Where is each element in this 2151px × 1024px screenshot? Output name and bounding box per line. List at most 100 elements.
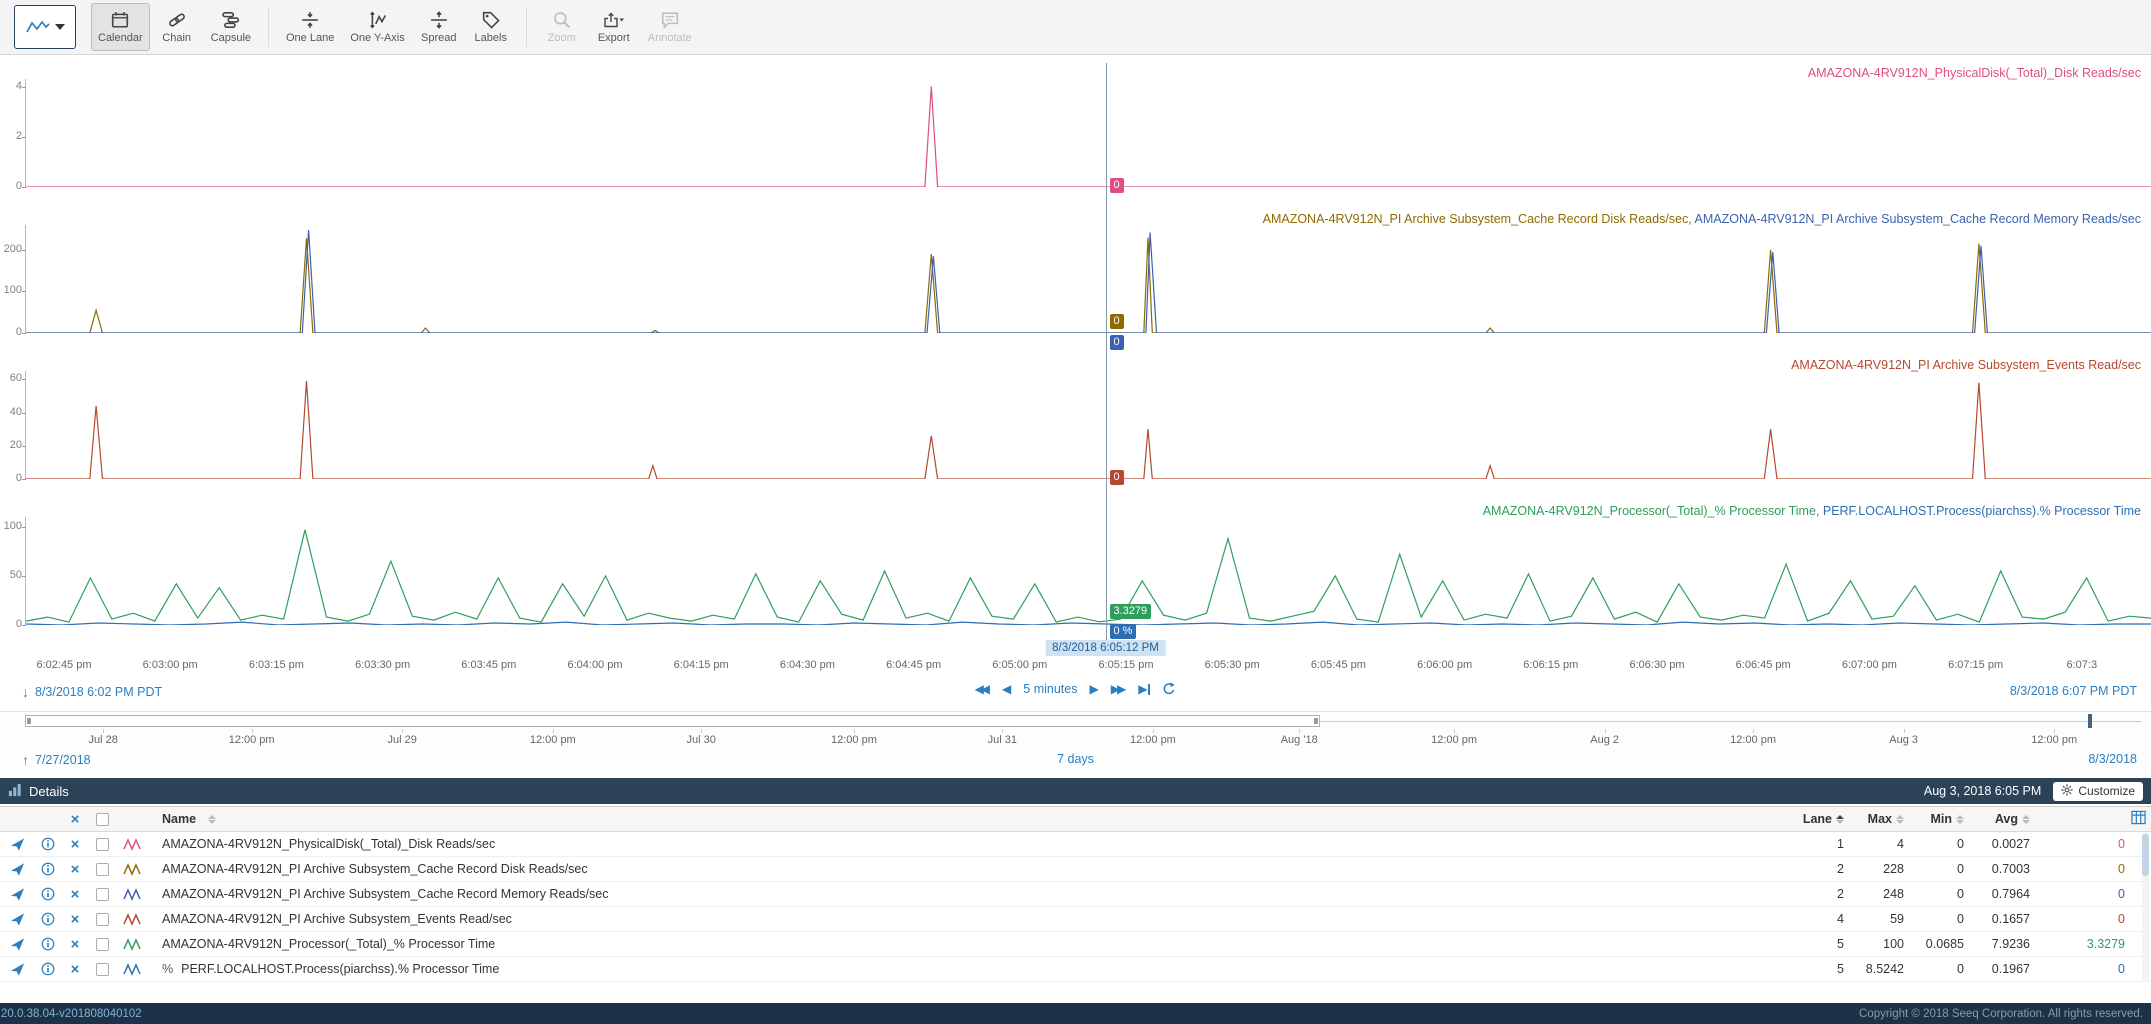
remove-signal-button[interactable]: × [62, 938, 88, 951]
manage-columns-button[interactable] [2125, 810, 2151, 828]
info-button[interactable] [34, 862, 62, 876]
row-checkbox[interactable] [88, 888, 116, 901]
remove-signal-button[interactable]: × [62, 913, 88, 926]
x-axis-label: 6:03:30 pm [355, 659, 410, 671]
details-title: Details [29, 784, 69, 799]
signal-name-cell[interactable]: AMAZONA-4RV912N_PI Archive Subsystem_Eve… [148, 912, 1788, 926]
jump-to-signal-button[interactable] [0, 912, 34, 927]
toolbar-export-button[interactable]: Export [589, 3, 639, 51]
min-cell: 0 [1904, 912, 1964, 926]
timeline-label: Jul 31 [988, 734, 1017, 746]
remove-signal-button[interactable]: × [62, 863, 88, 876]
jump-to-signal-button[interactable] [0, 862, 34, 877]
header-select-all-checkbox[interactable] [88, 813, 116, 826]
timeline-duration-label[interactable]: 7 days [0, 752, 2151, 766]
y-tick-label: 0 [0, 618, 22, 630]
sparkline-icon [116, 963, 148, 976]
timeline-display-range-marker[interactable] [2088, 714, 2092, 728]
info-button[interactable] [34, 837, 62, 851]
header-lane[interactable]: Lane [1788, 812, 1844, 826]
step-back-button[interactable]: ◀ [1002, 682, 1011, 696]
info-button[interactable] [34, 912, 62, 926]
y-tick-label: 40 [0, 406, 22, 418]
customize-button[interactable]: Customize [2053, 782, 2143, 801]
timeline-right-handle[interactable] [1314, 718, 1318, 724]
annotate-icon [661, 11, 679, 29]
toolbar-labels-button[interactable]: Labels [466, 3, 516, 51]
toolbar-zoom-button[interactable]: Zoom [537, 3, 587, 51]
signal-name-cell[interactable]: %PERF.LOCALHOST.Process(piarchss).% Proc… [148, 962, 1788, 976]
signal-name-cell[interactable]: AMAZONA-4RV912N_PhysicalDisk(_Total)_Dis… [148, 837, 1788, 851]
jump-to-signal-button[interactable] [0, 962, 34, 977]
table-scrollbar[interactable] [2142, 832, 2149, 982]
toolbar-capsule-button[interactable]: Capsule [204, 3, 258, 51]
timeline-end-label[interactable]: 8/3/2018 [2088, 752, 2137, 766]
timeline-tick [1454, 729, 1455, 733]
legend-item: AMAZONA-4RV912N_PhysicalDisk(_Total)_Dis… [1808, 66, 2141, 80]
remove-signal-button[interactable]: × [62, 888, 88, 901]
signal-name: AMAZONA-4RV912N_Processor(_Total)_% Proc… [162, 937, 495, 951]
copyright-label: Copyright © 2018 Seeq Corporation. All r… [1859, 1008, 2143, 1020]
table-row: × AMAZONA-4RV912N_PI Archive Subsystem_Ev… [0, 907, 2151, 932]
max-cell: 4 [1844, 837, 1904, 851]
header-name[interactable]: Name [148, 812, 1788, 826]
toolbar-calendar-button[interactable]: Calendar [91, 3, 150, 51]
skip-start-button[interactable]: ◀◀ [975, 682, 990, 696]
max-cell: 59 [1844, 912, 1904, 926]
table-scrollbar-thumb[interactable] [2142, 834, 2149, 876]
header-avg[interactable]: Avg [1964, 812, 2030, 826]
manage-columns-icon [2131, 810, 2146, 828]
remove-signal-button[interactable]: × [62, 963, 88, 976]
x-axis-label: 6:05:15 pm [1098, 659, 1153, 671]
lane-cell: 1 [1788, 837, 1844, 851]
timeline-label: 12:00 pm [530, 734, 576, 746]
jump-to-signal-button[interactable] [0, 937, 34, 952]
skip-forward-button[interactable]: ▶▶ [1111, 682, 1126, 696]
nav-duration-label[interactable]: 5 minutes [1023, 682, 1077, 696]
lane-cell: 4 [1788, 912, 1844, 926]
table-row: × AMAZONA-4RV912N_Processor(_Total)_% Pro… [0, 932, 2151, 957]
header-min[interactable]: Min [1904, 812, 1964, 826]
table-row: × AMAZONA-4RV912N_PI Archive Subsystem_Ca… [0, 882, 2151, 907]
view-selector-button[interactable] [14, 5, 76, 49]
info-button[interactable] [34, 962, 62, 976]
row-checkbox[interactable] [88, 863, 116, 876]
refresh-button[interactable] [1162, 682, 1176, 696]
x-axis-label: 6:03:15 pm [249, 659, 304, 671]
toolbar-spread-button[interactable]: Spread [414, 3, 464, 51]
row-checkbox[interactable] [88, 938, 116, 951]
calendar-icon [111, 11, 129, 29]
info-button[interactable] [34, 937, 62, 951]
row-checkbox[interactable] [88, 838, 116, 851]
toolbar-one-y-axis-button[interactable]: One Y-Axis [343, 3, 411, 51]
remove-signal-button[interactable]: × [62, 838, 88, 851]
signal-name-cell[interactable]: AMAZONA-4RV912N_PI Archive Subsystem_Cac… [148, 887, 1788, 901]
step-forward-button[interactable]: ▶ [1089, 682, 1098, 696]
row-checkbox[interactable] [88, 913, 116, 926]
timeline-tick [2054, 729, 2055, 733]
timeline-tick [1605, 729, 1606, 733]
jump-to-signal-button[interactable] [0, 837, 34, 852]
timeline-left-handle[interactable] [27, 718, 31, 724]
capsule-icon [222, 11, 240, 29]
header-max[interactable]: Max [1844, 812, 1904, 826]
jump-to-signal-button[interactable] [0, 887, 34, 902]
min-cell: 0 [1904, 837, 1964, 851]
time-nav: ↓ 8/3/2018 6:02 PM PDT ◀◀ ◀ 5 minutes ▶ … [0, 680, 2151, 706]
info-button[interactable] [34, 887, 62, 901]
header-remove-all[interactable]: × [62, 813, 88, 826]
nav-end-label[interactable]: 8/3/2018 6:07 PM PDT [2010, 684, 2137, 698]
one-lane-label: One Lane [286, 32, 334, 44]
toolbar-one-lane-button[interactable]: One Lane [279, 3, 341, 51]
toolbar-annotate-button[interactable]: Annotate [641, 3, 699, 51]
lane-2-legend: AMAZONA-4RV912N_PI Archive Subsystem_Cac… [1263, 212, 2141, 226]
signal-name-cell[interactable]: AMAZONA-4RV912N_PI Archive Subsystem_Cac… [148, 862, 1788, 876]
signal-name-cell[interactable]: AMAZONA-4RV912N_Processor(_Total)_% Proc… [148, 937, 1788, 951]
toolbar-chain-button[interactable]: Chain [152, 3, 202, 51]
skip-end-button[interactable]: ▶ [1138, 682, 1150, 696]
x-axis-label: 6:04:30 pm [780, 659, 835, 671]
timeline: Jul 2812:00 pmJul 2912:00 pmJul 3012:00 … [0, 711, 2151, 773]
row-checkbox[interactable] [88, 963, 116, 976]
timeline-range-slider[interactable] [25, 715, 1320, 727]
timeline-tick [1299, 729, 1300, 733]
